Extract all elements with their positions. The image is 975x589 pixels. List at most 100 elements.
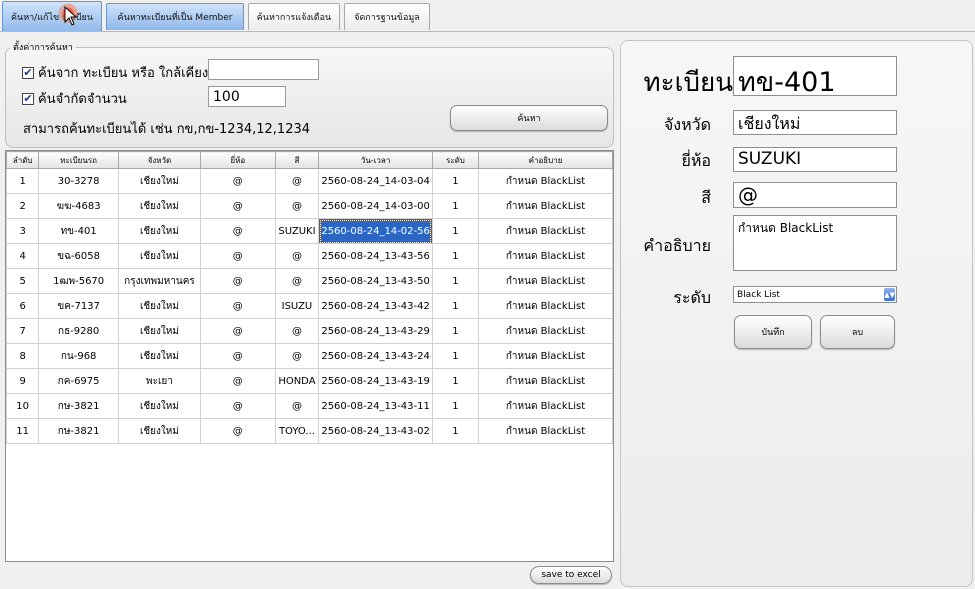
table-cell[interactable]: 10 [6,393,40,419]
table-cell[interactable]: @ [200,268,276,294]
table-cell[interactable]: 1 [431,393,480,419]
table-cell[interactable]: 8 [6,343,40,369]
column-header[interactable]: ลำดับ [6,151,40,169]
table-cell[interactable]: 1 [431,318,480,344]
table-cell[interactable]: กรุงเทพมหานคร [117,268,202,294]
table-cell[interactable]: กษ-3821 [38,418,119,444]
table-row[interactable]: 9 กค-6975 พะเยา @ HONDA 2560-08-24_13-43-19 1 ก… [6,368,613,394]
table-cell[interactable]: กำหนด BlackList [478,393,613,419]
column-header[interactable]: คำอธิบาย [478,151,613,169]
table-cell[interactable]: กำหนด BlackList [478,418,613,444]
table-cell[interactable]: กำหนด BlackList [478,218,613,244]
table-cell[interactable]: 11 [6,418,40,444]
table-cell[interactable]: กน-968 [38,343,119,369]
table-row[interactable]: 10 กษ-3821 เชียงใหม่ @ @2560-08-24_13-43-11 1… [6,393,613,419]
table-row[interactable]: 5 1ฒพ-5670 กรุงเทพมหานคร @ @2560-08-24_13-43… [6,268,613,294]
table-cell[interactable]: 1 [431,268,480,294]
column-header[interactable]: วัน-เวลา [318,151,433,169]
table-cell[interactable]: กำหนด BlackList [478,268,613,294]
table-cell[interactable]: 2560-08-24_13-43-19 [318,368,433,394]
column-header[interactable]: ยี่ห้อ [200,151,276,169]
table-cell[interactable]: 2560-08-24_13-43-42 [318,293,433,319]
table-cell[interactable]: ขค-7137 [38,293,119,319]
table-cell[interactable]: กธ-9280 [38,318,119,344]
limit-results-option[interactable]: ✔ ค้นจำกัดจำนวน [22,88,127,109]
table-cell[interactable]: @ [200,193,276,219]
table-cell[interactable]: กำหนด BlackList [478,368,613,394]
table-cell[interactable]: เชียงใหม่ [117,343,202,369]
table-cell[interactable]: 1 [431,243,480,269]
table-cell[interactable]: 4 [6,243,40,269]
table-cell[interactable]: 2 [6,193,40,219]
limit-count-input[interactable]: 100 [208,86,286,107]
table-cell[interactable]: 1 [431,343,480,369]
table-cell[interactable]: HONDA [274,368,320,394]
tab-search-edit-plate[interactable]: ค้นหา/แก้ไข ทะเบียน [2,1,102,32]
brand-field[interactable]: SUZUKI [733,147,897,172]
column-header[interactable]: ระดับ [431,151,480,169]
search-button[interactable]: ค้นหา [450,105,608,131]
table-cell[interactable]: เชียงใหม่ [117,168,202,194]
table-cell[interactable]: กค-6975 [38,368,119,394]
table-cell[interactable]: 1 [6,168,40,194]
table-cell[interactable]: พะเยา [117,368,202,394]
color-field[interactable]: @ [733,182,897,208]
table-cell[interactable]: เชียงใหม่ [117,193,202,219]
tab-search-member[interactable]: ค้นหาทะเบียนที่เป็น Member [106,3,244,30]
table-cell[interactable]: @ [200,368,276,394]
table-cell[interactable]: @ [200,393,276,419]
table-cell[interactable]: กำหนด BlackList [478,343,613,369]
table-cell[interactable]: 1 [431,368,480,394]
table-cell[interactable]: 30-3278 [38,168,119,194]
save-record-button[interactable]: บันทึก [734,315,812,349]
save-to-excel-button[interactable]: save to excel [530,566,612,584]
table-cell[interactable]: กำหนด BlackList [478,243,613,269]
table-cell[interactable]: กำหนด BlackList [478,168,613,194]
table-cell[interactable]: 6 [6,293,40,319]
table-cell[interactable]: 1 [431,168,480,194]
table-cell[interactable]: 2560-08-24_13-43-24 [318,343,433,369]
table-cell[interactable]: เชียงใหม่ [117,318,202,344]
table-cell[interactable]: @ [200,318,276,344]
plate-search-input[interactable] [208,59,319,80]
table-row[interactable]: 6 ขค-7137 เชียงใหม่ @ ISUZU 2560-08-24_13-43-… [6,293,613,319]
table-cell[interactable]: @ [274,193,320,219]
plate-field[interactable]: ทข-401 [733,56,897,98]
table-cell[interactable]: @ [200,218,276,244]
table-row[interactable]: 11 กษ-3821 เชียงใหม่ @ TOYO... 2560-08-24_13-… [6,418,613,444]
table-cell[interactable]: @ [200,168,276,194]
table-cell[interactable]: 1 [431,293,480,319]
tab-search-alerts[interactable]: ค้นหาการแจ้งเตือน [248,3,340,30]
tab-manage-database[interactable]: จัดการฐานข้อมูล [344,3,430,30]
table-cell[interactable]: @ [274,243,320,269]
table-cell[interactable]: 2560-08-24_14-03-00 [318,193,433,219]
table-cell[interactable]: เชียงใหม่ [117,418,202,444]
table-cell[interactable]: กำหนด BlackList [478,293,613,319]
table-cell[interactable]: เชียงใหม่ [117,393,202,419]
table-cell[interactable]: ทข-401 [38,218,119,244]
table-cell[interactable]: @ [274,318,320,344]
search-by-plate-checkbox[interactable]: ✔ [22,66,34,79]
column-header[interactable]: ทะเบียนรถ [38,151,119,169]
table-cell[interactable]: @ [200,243,276,269]
table-cell[interactable]: TOYO... [274,418,320,444]
table-cell[interactable]: 2560-08-24_13-43-11 [318,393,433,419]
table-cell[interactable]: กำหนด BlackList [478,318,613,344]
limit-results-checkbox[interactable]: ✔ [22,92,34,105]
province-field[interactable]: เชียงใหม่ [733,110,897,135]
table-cell[interactable]: 2560-08-24_13-43-50 [318,268,433,294]
table-cell[interactable]: 1ฒพ-5670 [38,268,119,294]
column-header[interactable]: สี [274,151,320,169]
table-cell[interactable]: 1 [431,418,480,444]
table-cell[interactable]: 2560-08-24_13-43-29 [318,318,433,344]
table-row[interactable]: 8 กน-968 เชียงใหม่ @ @2560-08-24_13-43-24 1 กำ… [6,343,613,369]
table-cell[interactable]: ISUZU [274,293,320,319]
table-cell[interactable]: @ [200,418,276,444]
table-row[interactable]: 1 30-3278 เชียงใหม่ @ @2560-08-24_14-03-04 1 ก… [6,168,613,194]
table-row[interactable]: 7 กธ-9280 เชียงใหม่ @ @2560-08-24_13-43-29 1 ก… [6,318,613,344]
results-grid[interactable]: ลำดับ ทะเบียนรถ จังหวัด ยี่ห้อ สี วัน-เวลา ระด… [5,150,614,562]
level-select[interactable]: Black List ▲▼ [733,286,897,303]
table-cell[interactable]: @ [274,393,320,419]
table-cell[interactable]: 2560-08-24_14-02-56 [318,218,433,244]
table-cell[interactable]: กำหนด BlackList [478,193,613,219]
